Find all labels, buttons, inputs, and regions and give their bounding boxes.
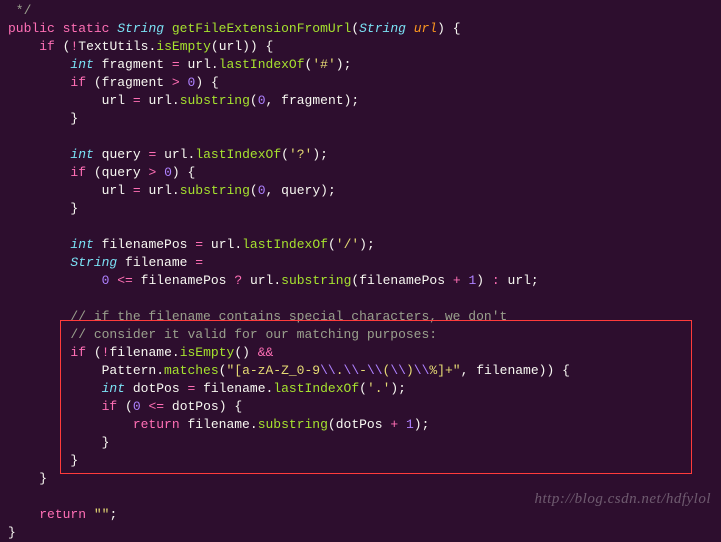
code-line — [8, 219, 16, 234]
code-line: // if the filename contains special char… — [8, 309, 507, 324]
code-line: if (!TextUtils.isEmpty(url)) { — [8, 39, 273, 54]
code-line: String filename = — [8, 255, 203, 270]
code-line: } — [8, 111, 78, 126]
code-line: url = url.substring(0, query); — [8, 183, 336, 198]
code-line: url = url.substring(0, fragment); — [8, 93, 359, 108]
code-line: } — [8, 471, 47, 486]
code-line: } — [8, 453, 78, 468]
code-line: 0 <= filenamePos ? url.substring(filenam… — [8, 273, 539, 288]
code-line: int fragment = url.lastIndexOf('#'); — [8, 57, 351, 72]
code-line: if (fragment > 0) { — [8, 75, 219, 90]
code-line: return ""; — [8, 507, 117, 522]
code-line: int dotPos = filename.lastIndexOf('.'); — [8, 381, 406, 396]
code-line: public static String getFileExtensionFro… — [8, 21, 461, 36]
code-line: if (!filename.isEmpty() && — [8, 345, 273, 360]
comment-line: // if the filename contains special char… — [70, 309, 507, 324]
code-line: if (0 <= dotPos) { — [8, 399, 242, 414]
comment-line: // consider it valid for our matching pu… — [70, 327, 437, 342]
code-line: int filenamePos = url.lastIndexOf('/'); — [8, 237, 375, 252]
code-line: return filename.substring(dotPos + 1); — [8, 417, 429, 432]
code-line — [8, 489, 16, 504]
code-line: } — [8, 435, 109, 450]
code-line: } — [8, 525, 16, 540]
code-line: // consider it valid for our matching pu… — [8, 327, 437, 342]
code-line: Pattern.matches("[a-zA-Z_0-9\\.\\-\\(\\)… — [8, 363, 570, 378]
code-line: } — [8, 201, 78, 216]
code-line: int query = url.lastIndexOf('?'); — [8, 147, 328, 162]
code-line — [8, 291, 16, 306]
code-block: */ public static String getFileExtension… — [0, 0, 721, 542]
code-line: */ — [8, 3, 31, 18]
code-line — [8, 129, 16, 144]
code-line: if (query > 0) { — [8, 165, 195, 180]
